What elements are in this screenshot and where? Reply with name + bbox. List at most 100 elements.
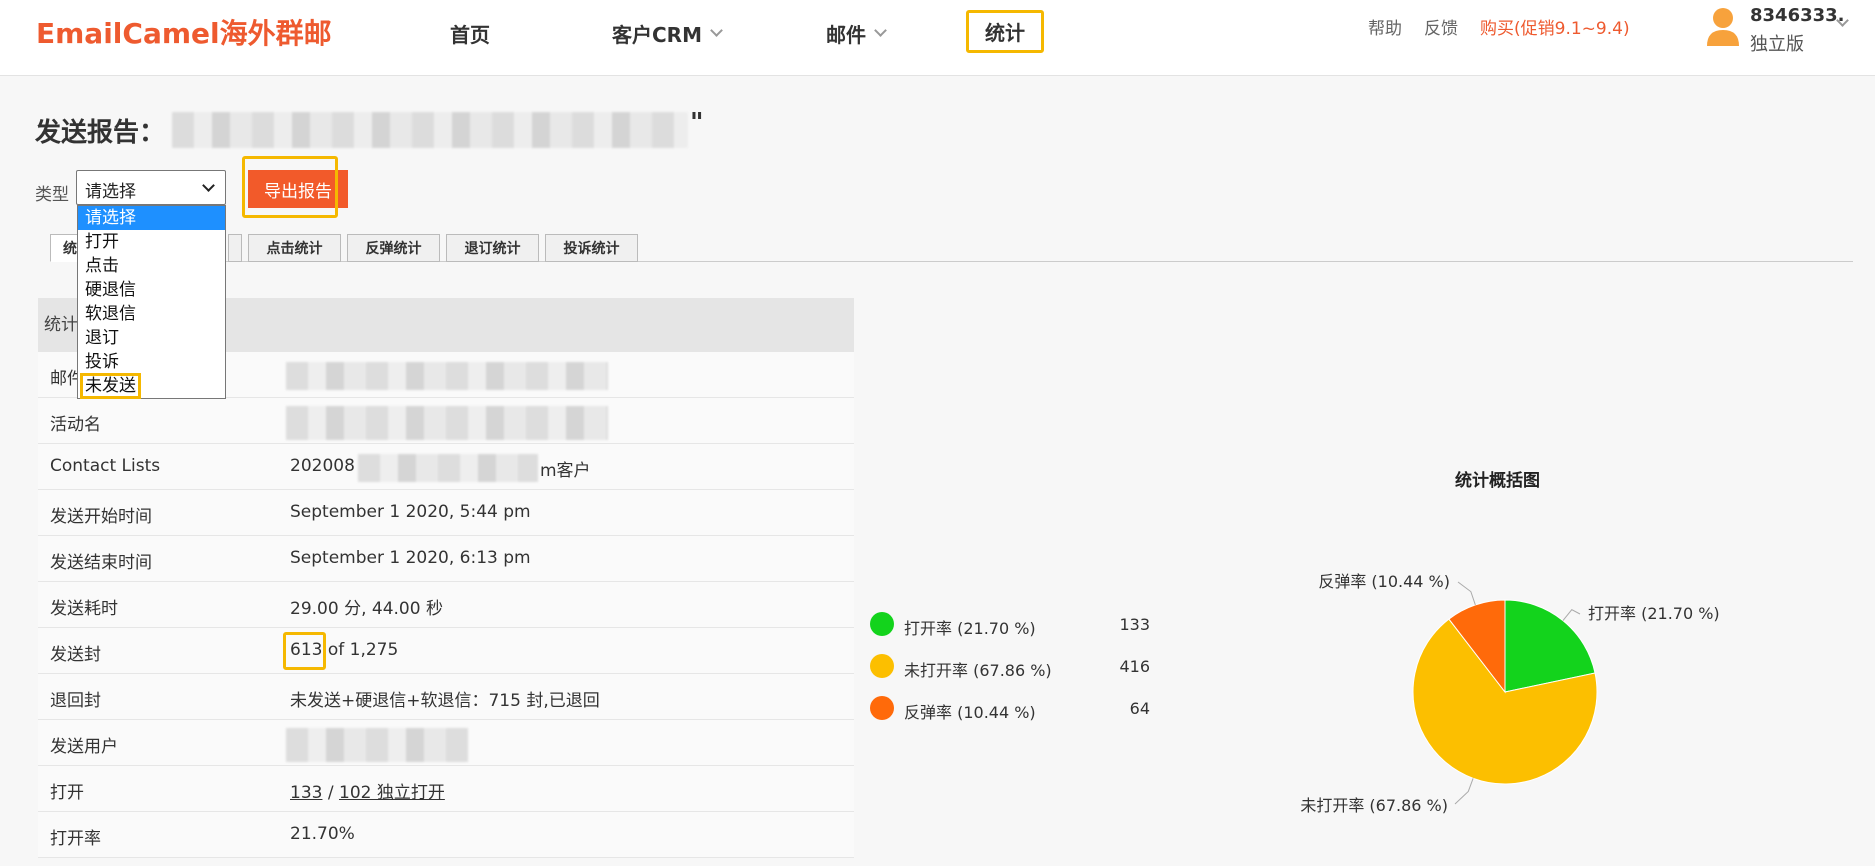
export-report-button[interactable]: 导出报告 [248, 170, 348, 208]
report-tabs: 统 点击统计 反弹统计 退订统计 投诉统计 [50, 234, 1853, 262]
table-row: 退回封 未发送+硬退信+软退信：715 封,已退回 [38, 674, 854, 720]
legend-count: 64 [1129, 699, 1150, 718]
option-unsent-label: 未发送 [80, 373, 141, 399]
title-quote: " [690, 108, 704, 138]
feedback-link[interactable]: 反馈 [1424, 14, 1458, 39]
table-row: 发送用户 [38, 720, 854, 766]
redacted-value [286, 406, 608, 440]
pie-slice-label: 反弹率 (10.44 %) [1318, 572, 1450, 591]
legend-item-open: 打开率 (21.70 %) 133 [870, 610, 1150, 652]
row-key: 发送耗时 [50, 599, 118, 619]
nav-stats-label: 统计 [985, 21, 1025, 45]
user-edition: 独立版 [1750, 34, 1804, 55]
buy-link[interactable]: 购买(促销9.1~9.4) [1480, 14, 1630, 39]
top-navbar: EmailCamel海外群邮 首页 客户CRM 邮件 统计 帮助 反馈 购买(促… [0, 0, 1875, 76]
opens-link[interactable]: 133 [290, 783, 322, 803]
nav-home[interactable]: 首页 [450, 18, 490, 48]
user-avatar-icon[interactable] [1705, 6, 1741, 46]
option-soft-bounce[interactable]: 软退信 [78, 302, 225, 326]
tab-complaint-stats[interactable]: 投诉统计 [545, 234, 638, 262]
row-value: 133 / 102 独立打开 [290, 778, 445, 803]
option-hard-bounce[interactable]: 硬退信 [78, 278, 225, 302]
pie-slice-label: 打开率 (21.70 %) [1588, 604, 1720, 623]
table-row: 打开 133 / 102 独立打开 [38, 766, 854, 812]
pie-label-leader [1457, 581, 1476, 606]
legend-dot [870, 696, 894, 720]
brand-logo[interactable]: EmailCamel海外群邮 [36, 12, 332, 52]
row-value-suffix: m客户 [540, 461, 591, 481]
sent-total: of 1,275 [322, 640, 399, 660]
row-key: 活动名 [50, 415, 101, 435]
chevron-down-icon [710, 24, 723, 37]
type-select[interactable]: 请选择 [76, 170, 226, 205]
chart-title: 统计概括图 [1455, 471, 1540, 491]
legend-count: 133 [1119, 615, 1150, 634]
row-key: 发送结束时间 [50, 553, 152, 573]
row-value: 未发送+硬退信+软退信：715 封,已退回 [290, 691, 600, 711]
table-row: 打开率 21.70% [38, 812, 854, 858]
row-key: 发送用户 [50, 737, 118, 757]
option-click[interactable]: 点击 [78, 254, 225, 278]
table-row: 发送耗时 29.00 分, 44.00 秒 [38, 582, 854, 628]
tab-bounce-stats[interactable]: 反弹统计 [347, 234, 440, 262]
chart-legend: 打开率 (21.70 %) 133 未打开率 (67.86 %) 416 反弹率… [870, 610, 1150, 736]
redacted-value [286, 728, 468, 762]
legend-label: 打开率 (21.70 %) [904, 619, 1036, 638]
row-key: 打开率 [50, 829, 101, 849]
row-key: Contact Lists [50, 456, 161, 476]
legend-label: 未打开率 (67.86 %) [904, 661, 1052, 680]
table-row: Contact Lists 202008 m客户 [38, 444, 854, 490]
row-value: 202008 [290, 456, 355, 476]
tab-click-stats[interactable]: 点击统计 [248, 234, 341, 262]
row-key: 退回封 [50, 691, 101, 711]
redacted-value [286, 362, 608, 390]
row-key: 发送开始时间 [50, 507, 152, 527]
row-value: 21.70% [290, 824, 355, 844]
redacted-campaign-name [172, 112, 688, 148]
legend-dot [870, 612, 894, 636]
legend-dot [870, 654, 894, 678]
row-value: September 1 2020, 5:44 pm [290, 502, 531, 522]
table-row: 发送结束时间 September 1 2020, 6:13 pm [38, 536, 854, 582]
nav-stats[interactable]: 统计 [966, 10, 1044, 53]
legend-item-unopened: 未打开率 (67.86 %) 416 [870, 652, 1150, 694]
user-id[interactable]: 8346333. [1750, 5, 1845, 26]
type-label: 类型 [35, 185, 69, 205]
pie-chart: 打开率 (21.70 %) 未打开率 (67.86 %) 反弹率 (10.44 %) [1300, 572, 1720, 815]
pie-label-leader [1562, 609, 1581, 621]
legend-count: 416 [1119, 657, 1150, 676]
type-select-value: 请选择 [85, 182, 136, 202]
redacted-value [358, 454, 538, 482]
row-value: September 1 2020, 6:13 pm [290, 548, 531, 568]
table-row: 活动名 [38, 398, 854, 444]
legend-item-bounce: 反弹率 (10.44 %) 64 [870, 694, 1150, 736]
tab-open-stats[interactable] [228, 234, 242, 262]
nav-home-label: 首页 [450, 22, 490, 47]
nav-mail[interactable]: 邮件 [826, 18, 887, 48]
unique-opens-link[interactable]: 102 独立打开 [339, 783, 445, 803]
chevron-down-icon [874, 24, 887, 37]
report-title: 发送报告： [35, 118, 166, 148]
option-unsent[interactable]: 未发送 [78, 373, 225, 399]
row-key: 发送封 [50, 645, 101, 665]
help-link[interactable]: 帮助 [1368, 14, 1402, 39]
sent-highlight [283, 632, 326, 670]
table-row: 发送开始时间 September 1 2020, 5:44 pm [38, 490, 854, 536]
option-complaint[interactable]: 投诉 [78, 350, 225, 374]
option-select[interactable]: 请选择 [78, 206, 225, 230]
nav-mail-label: 邮件 [826, 22, 866, 47]
row-key: 打开 [50, 783, 84, 803]
table-row: 发送封 613 of 1,275 [38, 628, 854, 674]
option-unsubscribe[interactable]: 退订 [78, 326, 225, 350]
nav-crm[interactable]: 客户CRM [612, 18, 723, 48]
pie-label-leader [1454, 778, 1474, 805]
option-open[interactable]: 打开 [78, 230, 225, 254]
chevron-down-icon [202, 179, 215, 192]
pie-slice-label: 未打开率 (67.86 %) [1300, 796, 1448, 815]
type-dropdown-list: 请选择 打开 点击 硬退信 软退信 退订 投诉 未发送 [77, 205, 226, 399]
opens-separator: / [322, 783, 339, 803]
nav-crm-label: 客户CRM [612, 22, 702, 47]
legend-label: 反弹率 (10.44 %) [904, 703, 1036, 722]
tab-unsubscribe-stats[interactable]: 退订统计 [446, 234, 539, 262]
row-value: 29.00 分, 44.00 秒 [290, 599, 443, 619]
